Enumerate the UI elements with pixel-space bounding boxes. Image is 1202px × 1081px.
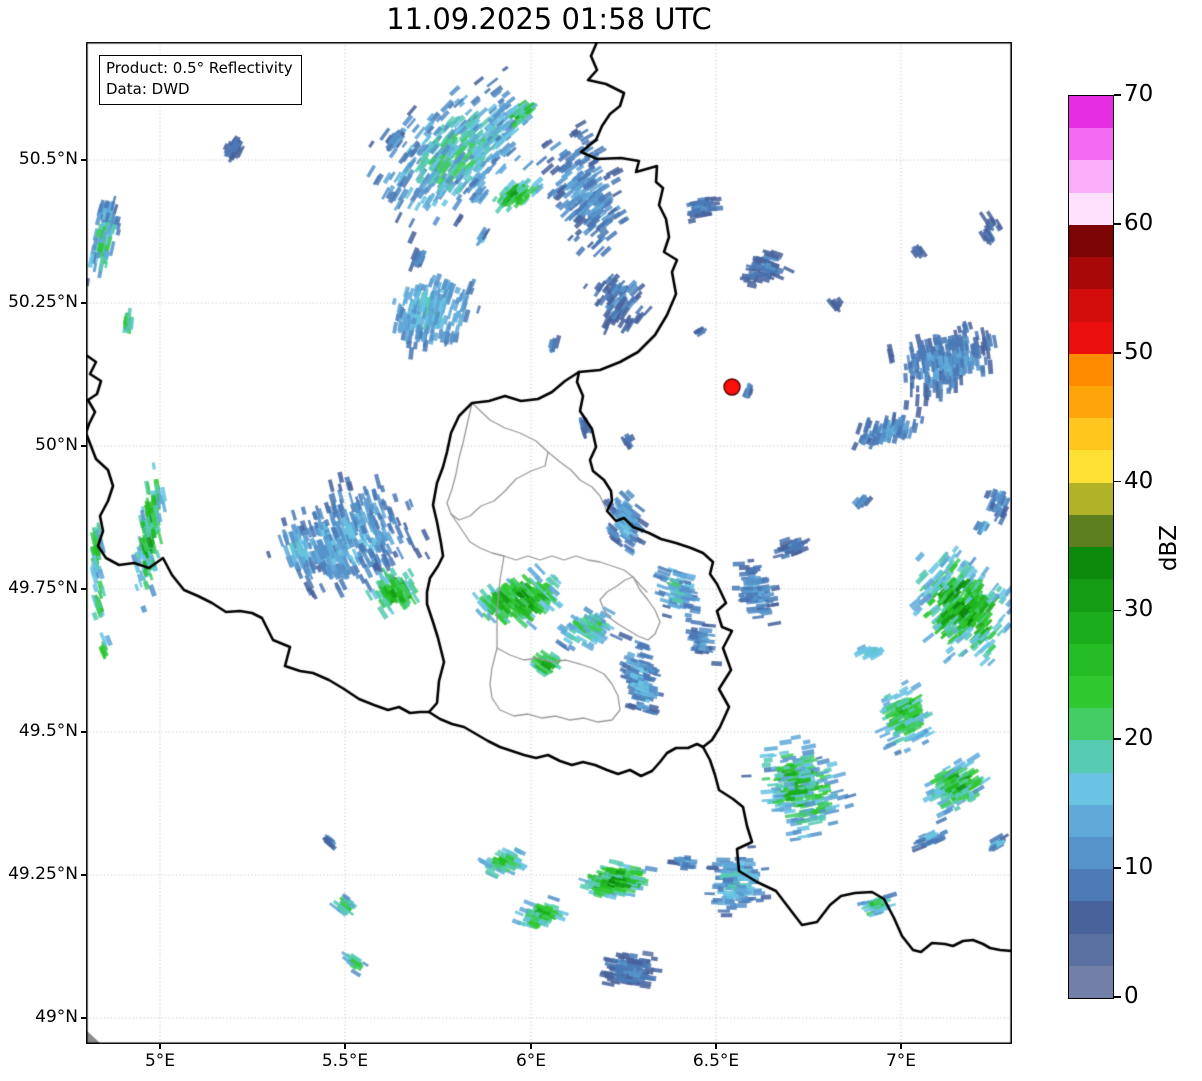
x-axis-tick-mark xyxy=(900,1044,902,1049)
colorbar-tick-label: 60 xyxy=(1124,209,1154,236)
colorbar-segment xyxy=(1069,611,1113,644)
colorbar-segment xyxy=(1069,933,1113,966)
data-source-label: Data: DWD xyxy=(106,80,190,99)
colorbar-segment xyxy=(1069,708,1113,741)
colorbar-tick-label: 0 xyxy=(1124,983,1139,1009)
colorbar-segment xyxy=(1069,514,1113,548)
product-annotation-box: Product: 0.5° Reflectivity Data: DWD xyxy=(99,55,302,105)
y-axis-tick-mark xyxy=(81,588,86,590)
colorbar-segment xyxy=(1069,740,1113,773)
colorbar-segment xyxy=(1069,579,1113,612)
x-axis-tick-mark xyxy=(715,1044,717,1049)
colorbar-tick-mark xyxy=(1114,480,1121,483)
colorbar-tick-label: 20 xyxy=(1124,725,1154,752)
radar-reflectivity-map xyxy=(86,42,1012,1044)
colorbar-segment xyxy=(1069,643,1113,676)
colorbar-segment xyxy=(1069,257,1113,290)
colorbar-segment xyxy=(1069,96,1113,129)
x-axis-tick-label: 6.5°E xyxy=(692,1051,740,1071)
y-axis-tick-label: 49.75°N xyxy=(8,578,78,598)
colorbar-segment xyxy=(1069,837,1113,870)
colorbar-segment xyxy=(1069,482,1113,515)
colorbar-segment xyxy=(1069,772,1113,805)
colorbar-segment xyxy=(1069,353,1113,386)
colorbar-segment xyxy=(1069,869,1113,902)
colorbar-axis-label: dBZ xyxy=(1156,524,1182,572)
figure-title: 11.09.2025 01:58 UTC xyxy=(386,2,712,36)
y-axis-tick-mark xyxy=(81,159,86,161)
colorbar xyxy=(1068,95,1114,999)
colorbar-tick-mark xyxy=(1114,223,1121,225)
x-axis-tick-label: 7°E xyxy=(885,1051,917,1071)
colorbar-segment xyxy=(1069,965,1113,999)
x-axis-tick-label: 5°E xyxy=(144,1051,176,1071)
product-label: Product: 0.5° Reflectivity xyxy=(106,59,293,77)
colorbar-segment xyxy=(1069,547,1113,580)
colorbar-tick-mark xyxy=(1114,738,1121,741)
colorbar-segment xyxy=(1069,160,1113,193)
colorbar-tick-label: 50 xyxy=(1124,338,1154,365)
map-plot-area xyxy=(86,42,1012,1044)
x-axis-tick-mark xyxy=(530,1044,532,1049)
colorbar-tick-mark xyxy=(1114,94,1121,96)
y-axis-tick-mark xyxy=(81,302,86,304)
radar-figure: 11.09.2025 01:58 UTC Product: 0.5° Refle… xyxy=(0,0,1202,1081)
colorbar-tick-mark xyxy=(1114,609,1121,612)
y-axis-tick-mark xyxy=(81,445,86,447)
colorbar-tick-label: 30 xyxy=(1124,596,1154,623)
colorbar-tick-mark xyxy=(1114,351,1121,354)
y-axis-tick-label: 50.25°N xyxy=(8,292,78,312)
colorbar-segment xyxy=(1069,901,1113,934)
colorbar-segment xyxy=(1069,450,1113,483)
colorbar-segment xyxy=(1069,418,1113,451)
x-axis-tick-mark xyxy=(344,1044,346,1049)
x-axis-tick-label: 6°E xyxy=(515,1051,547,1071)
colorbar-tick-label: 40 xyxy=(1124,467,1154,494)
y-axis-tick-label: 49.25°N xyxy=(8,864,78,884)
y-axis-tick-mark xyxy=(81,1017,86,1019)
colorbar-segment xyxy=(1069,289,1113,322)
colorbar-segment xyxy=(1069,224,1113,258)
colorbar-segment xyxy=(1069,675,1113,709)
colorbar-tick-mark xyxy=(1114,996,1121,998)
colorbar-segment xyxy=(1069,128,1113,161)
y-axis-tick-label: 50.5°N xyxy=(18,149,78,169)
colorbar-segment xyxy=(1069,385,1113,419)
y-axis-tick-mark xyxy=(81,731,86,733)
x-axis-tick-mark xyxy=(159,1044,161,1049)
colorbar-segment xyxy=(1069,192,1113,225)
colorbar-tick-label: 70 xyxy=(1124,81,1154,107)
colorbar-segment xyxy=(1069,804,1113,838)
colorbar-tick-label: 10 xyxy=(1124,854,1154,881)
y-axis-tick-label: 49.5°N xyxy=(18,721,78,741)
colorbar-tick-mark xyxy=(1114,867,1121,869)
x-axis-tick-label: 5.5°E xyxy=(321,1051,369,1071)
y-axis-tick-label: 49°N xyxy=(35,1007,78,1027)
colorbar-segment xyxy=(1069,321,1113,354)
y-axis-tick-label: 50°N xyxy=(35,435,78,455)
y-axis-tick-mark xyxy=(81,874,86,876)
